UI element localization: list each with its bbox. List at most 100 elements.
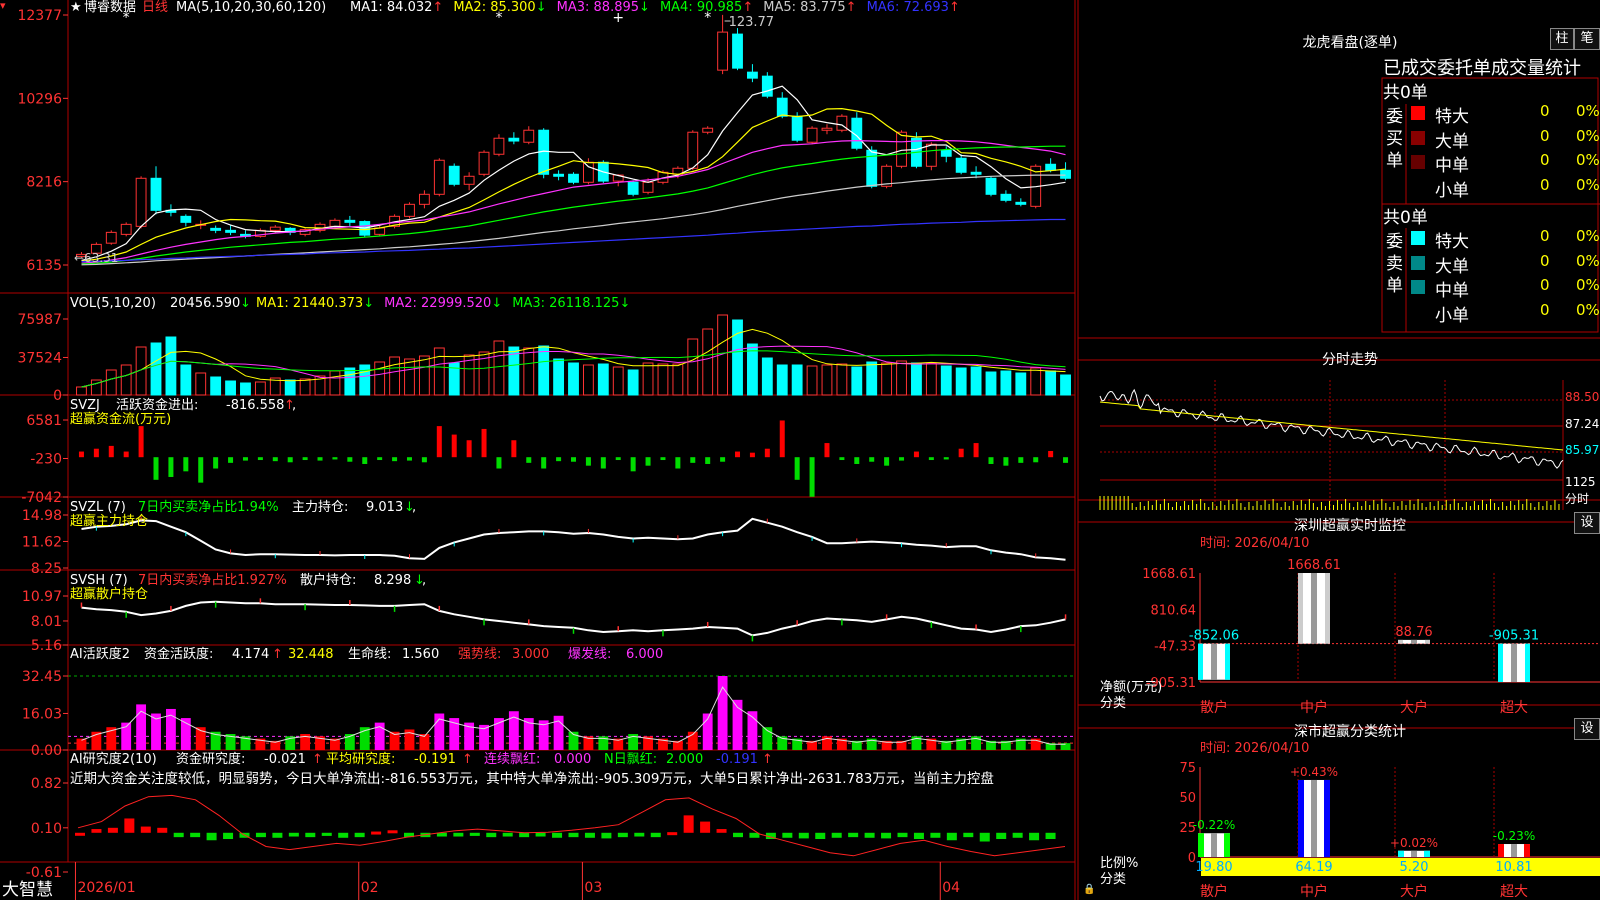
volume-bar: [404, 358, 415, 396]
research-bar: [946, 832, 957, 841]
research-bar: [815, 832, 826, 840]
flow-bar: [496, 457, 502, 469]
period-label[interactable]: 日线: [142, 0, 168, 16]
stats-bar-part: [1424, 850, 1430, 857]
research-bar: [321, 832, 332, 836]
ma-label: MA(5,10,20,30,60,120): [176, 0, 327, 15]
research-bar: [716, 829, 727, 833]
stats-value-label: 5.20: [1400, 860, 1429, 875]
research-bar: [338, 832, 349, 838]
legend-item: MA6: 72.693↑: [867, 0, 960, 15]
research-bar: [930, 832, 941, 838]
ai-active-value1: 4.174: [232, 647, 270, 662]
y-tick-label: -230: [30, 451, 62, 467]
monitor-category-label: 中户: [1300, 699, 1328, 716]
monitor-bar: [1498, 643, 1530, 682]
realtime-y-unit: 净额(万元): [1100, 680, 1163, 695]
y-tick-label: 8.01: [31, 614, 62, 630]
star-icon[interactable]: ★: [70, 0, 82, 16]
stats-bar: [1398, 850, 1430, 857]
flow-bar: [108, 445, 114, 458]
ai-burst-value: 6.000: [626, 647, 664, 662]
order-side-label: 委买单: [1386, 107, 1403, 171]
flow-bar: [421, 457, 427, 463]
tab-orders[interactable]: 委托单: [1437, 54, 1491, 80]
monitor-bar: [1298, 573, 1330, 644]
volume-bar: [657, 363, 669, 396]
monitor-category-label: 散户: [1200, 699, 1228, 716]
candle: [508, 137, 520, 142]
ai-research-value3: 0.000: [554, 752, 592, 767]
order-total: 共0单: [1383, 83, 1428, 103]
flow-bar: [943, 457, 949, 460]
legend-arrow: ↑: [742, 0, 754, 15]
svsh-text2: 散户持仓:: [300, 573, 357, 588]
volume-bar: [374, 361, 386, 396]
stats-y-tick: 50: [1179, 791, 1196, 806]
volume-bar: [329, 370, 341, 396]
tab-traded[interactable]: 已成交: [1383, 54, 1437, 80]
ai-strong-value: 3.000: [512, 647, 550, 662]
y-tick-label: 6581: [26, 413, 62, 429]
tab-volume-stats[interactable]: 成交量统计: [1491, 54, 1581, 80]
y-tick-label: 6135: [26, 258, 62, 274]
flow-bar: [93, 448, 99, 458]
candle: [970, 171, 982, 175]
volume-bar: [955, 367, 967, 396]
ai-active-value2: 32.448: [288, 647, 334, 662]
candle: [404, 203, 415, 217]
volume-bar: [702, 328, 714, 396]
stats-value-label: 10.81: [1495, 860, 1532, 875]
flow-bar: [884, 457, 890, 466]
research-bar: [519, 832, 530, 838]
stats-change-label: -0.22%: [1193, 818, 1235, 832]
order-row-label: 大单: [1435, 131, 1469, 152]
flow-bar: [213, 457, 219, 469]
volume-bar: [389, 356, 400, 396]
research-bar: [502, 832, 513, 837]
order-row-pct: 0%: [1576, 175, 1600, 194]
candle: [955, 157, 967, 173]
stock-name[interactable]: 博睿数据: [84, 0, 136, 16]
lock-icon[interactable]: 🔒: [1083, 884, 1095, 895]
candle: [627, 181, 639, 195]
svsh-subtitle: 超赢散户持仓: [70, 587, 149, 602]
monitor-bar-part: [1298, 573, 1303, 644]
research-bar: [305, 832, 316, 838]
volume-bar: [940, 365, 952, 396]
realtime-settings-button[interactable]: 设: [1574, 512, 1600, 534]
stats-settings-button[interactable]: 设: [1574, 718, 1600, 740]
research-bar: [223, 832, 234, 840]
ai-research-label: AI研究度2(10): [70, 752, 157, 767]
candle: [105, 231, 117, 244]
research-bar: [733, 832, 743, 838]
stats-value-label: 64.19: [1295, 860, 1332, 875]
flow-bar: [168, 457, 174, 477]
flow-bar: [392, 457, 398, 462]
order-color-swatch: [1411, 106, 1425, 120]
ai-active-arrow1: ↑: [272, 647, 283, 662]
ai-life-text: 生命线:: [348, 647, 392, 662]
candle: [210, 227, 222, 231]
legend-item: MA4: 90.985↑: [660, 0, 753, 15]
tick-view-button[interactable]: 笔: [1574, 28, 1600, 50]
monitor-bar-part: [1411, 639, 1417, 644]
candle: [180, 215, 192, 223]
order-row-pct: 0%: [1576, 102, 1600, 120]
flow-bar: [675, 457, 681, 469]
research-bar: [568, 832, 579, 838]
ai-research-arrow5: ↑: [762, 752, 773, 767]
intraday-ytick-3: 85.97: [1565, 443, 1600, 457]
y-tick-label: 12377: [17, 8, 62, 24]
order-row-count: 0: [1540, 175, 1550, 194]
candle: [463, 175, 475, 185]
legend-item: MA1: 21440.373↓: [256, 296, 374, 311]
flow-bar: [556, 457, 562, 462]
bar-view-button[interactable]: 柱: [1550, 28, 1574, 50]
flow-bar: [1048, 450, 1054, 458]
legend-name: MA4:: [659, 0, 697, 15]
stats-bar-part: [1524, 844, 1530, 857]
stats-bar-part: [1311, 779, 1317, 857]
volume-bar: [881, 362, 893, 396]
brand-logo: 大智慧: [2, 880, 53, 900]
